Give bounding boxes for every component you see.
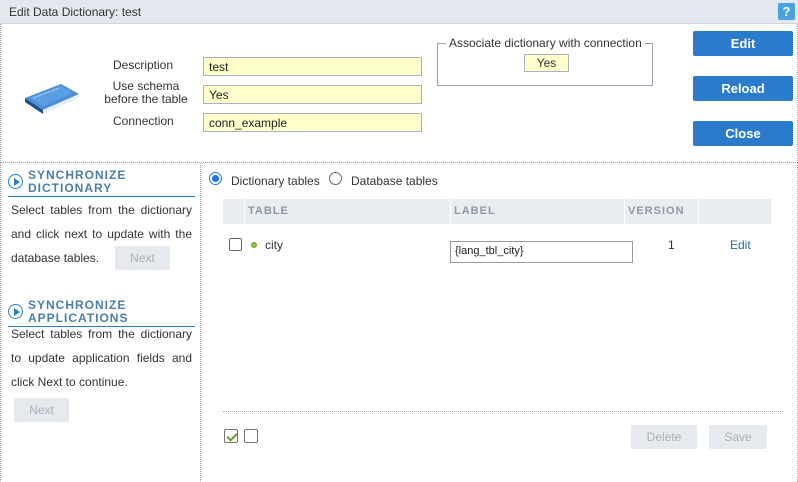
- row-table-name: city: [265, 238, 283, 252]
- sync-dictionary-title-line1: SYNCHRONIZE: [28, 168, 127, 182]
- status-dot-icon: [251, 242, 257, 248]
- sync-applications-next-button[interactable]: Next: [14, 398, 69, 422]
- schema-label-line1: Use schema: [112, 79, 180, 93]
- reload-button[interactable]: Reload: [693, 76, 793, 101]
- dictionary-tables-radio[interactable]: [209, 172, 222, 185]
- edit-button[interactable]: Edit: [693, 31, 793, 56]
- database-tables-label[interactable]: Database tables: [351, 174, 438, 188]
- dictionary-book-icon: [25, 84, 79, 114]
- column-header-table: TABLE: [244, 199, 450, 224]
- play-circle-icon: [8, 304, 23, 319]
- associate-connection-value[interactable]: Yes: [524, 54, 569, 72]
- schema-field[interactable]: Yes: [203, 85, 422, 104]
- close-button[interactable]: Close: [693, 121, 793, 146]
- play-circle-icon: [8, 174, 23, 189]
- sync-applications-text: Select tables from the dictionary to upd…: [11, 327, 192, 389]
- description-field[interactable]: test: [203, 57, 422, 76]
- sync-dictionary-title: SYNCHRONIZE DICTIONARY: [28, 169, 126, 195]
- select-all-checkbox[interactable]: [224, 429, 238, 443]
- deselect-all-checkbox[interactable]: [244, 429, 258, 443]
- row-select-checkbox[interactable]: [229, 238, 242, 251]
- row-edit-link[interactable]: Edit: [730, 238, 751, 252]
- dictionary-form-panel: Description test Use schema before the t…: [0, 24, 798, 163]
- column-header-version: VERSION: [624, 199, 698, 224]
- window-titlebar: Edit Data Dictionary: test ?: [0, 0, 798, 24]
- dictionary-tables-label[interactable]: Dictionary tables: [231, 174, 320, 188]
- database-tables-radio[interactable]: [329, 172, 342, 185]
- schema-label: Use schema before the table: [101, 80, 191, 106]
- sync-sidebar: SYNCHRONIZE DICTIONARY Select tables fro…: [0, 163, 201, 482]
- row-label-input[interactable]: {lang_tbl_city}: [450, 241, 633, 263]
- connection-label: Connection: [113, 114, 174, 128]
- grid-footer-divider: [223, 411, 783, 412]
- schema-label-line2: before the table: [104, 92, 188, 106]
- column-header-action: [698, 199, 771, 224]
- grid-header: TABLE LABEL VERSION: [223, 199, 771, 224]
- description-label: Description: [113, 58, 174, 72]
- associate-connection-legend: Associate dictionary with connection: [446, 36, 645, 50]
- window-title: Edit Data Dictionary: test: [9, 5, 142, 19]
- sync-dictionary-title-line2: DICTIONARY: [28, 181, 113, 195]
- row-version: 1: [668, 238, 675, 252]
- help-button[interactable]: ?: [778, 3, 795, 20]
- tables-panel: Dictionary tables Database tables TABLE …: [201, 163, 798, 482]
- connection-field[interactable]: conn_example: [203, 113, 422, 132]
- sync-applications-title-line1: SYNCHRONIZE: [28, 298, 127, 312]
- sync-dictionary-header: SYNCHRONIZE DICTIONARY: [8, 169, 195, 197]
- column-header-label: LABEL: [450, 199, 624, 224]
- associate-connection-group: Associate dictionary with connection Yes: [437, 36, 653, 86]
- delete-button[interactable]: Delete: [631, 425, 697, 449]
- sync-dictionary-next-button[interactable]: Next: [115, 246, 170, 270]
- save-button[interactable]: Save: [709, 425, 767, 449]
